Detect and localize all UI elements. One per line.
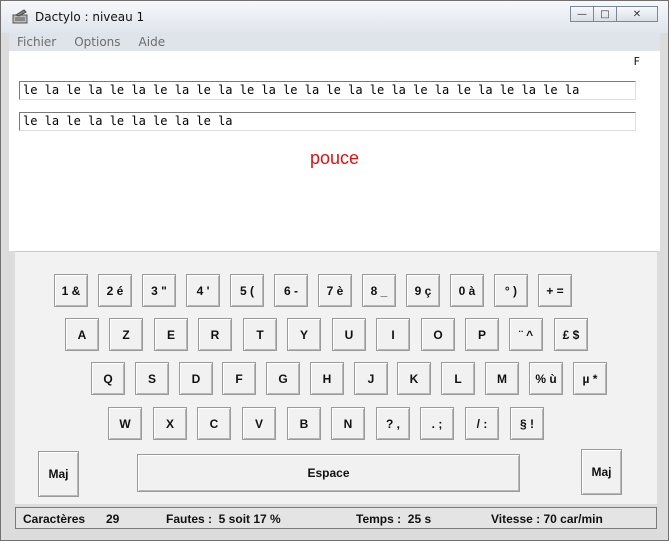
key-5[interactable]: 5 ( bbox=[230, 274, 264, 307]
status-bar: Caractères 29 Fautes : 5 soit 17 % Temps… bbox=[15, 507, 657, 529]
close-button[interactable]: ✕ bbox=[616, 6, 658, 22]
window-controls: — □ ✕ bbox=[570, 6, 658, 24]
key-question[interactable]: ? , bbox=[376, 407, 410, 440]
key-0[interactable]: 0 à bbox=[450, 274, 484, 307]
key-o[interactable]: O bbox=[421, 318, 455, 351]
key-caret[interactable]: ¨ ^ bbox=[509, 318, 543, 351]
key-d[interactable]: D bbox=[179, 362, 213, 395]
key-m[interactable]: M bbox=[485, 362, 519, 395]
maximize-icon: □ bbox=[600, 8, 610, 20]
key-t[interactable]: T bbox=[243, 318, 277, 351]
chars-label: Caractères bbox=[23, 512, 86, 526]
key-k[interactable]: K bbox=[397, 362, 431, 395]
key-slash[interactable]: / : bbox=[465, 407, 499, 440]
key-3[interactable]: 3 " bbox=[142, 274, 176, 307]
key-2[interactable]: 2 é bbox=[98, 274, 132, 307]
menu-bar: Fichier Options Aide bbox=[9, 33, 660, 51]
chars-value: 29 bbox=[106, 512, 120, 526]
key-b[interactable]: B bbox=[287, 407, 321, 440]
menu-aide[interactable]: Aide bbox=[139, 35, 166, 49]
key-period[interactable]: . ; bbox=[420, 407, 454, 440]
speed-status: Vitesse : 70 car/min bbox=[491, 512, 603, 526]
key-v[interactable]: V bbox=[242, 407, 276, 440]
space-key[interactable]: Espace bbox=[137, 454, 520, 492]
key-1[interactable]: 1 & bbox=[54, 274, 88, 307]
virtual-keyboard: 1 & 2 é 3 " 4 ' 5 ( 6 - 7 è 8 _ 9 ç 0 à … bbox=[15, 251, 657, 504]
key-x[interactable]: X bbox=[153, 407, 187, 440]
key-y[interactable]: Y bbox=[287, 318, 321, 351]
key-a[interactable]: A bbox=[65, 318, 99, 351]
key-mu[interactable]: µ * bbox=[573, 362, 607, 395]
key-section[interactable]: § ! bbox=[510, 407, 544, 440]
right-shift-key[interactable]: Maj bbox=[581, 449, 622, 495]
key-g[interactable]: G bbox=[266, 362, 300, 395]
key-4[interactable]: 4 ' bbox=[186, 274, 220, 307]
key-c[interactable]: C bbox=[197, 407, 231, 440]
minimize-button[interactable]: — bbox=[570, 6, 594, 22]
finger-hint: pouce bbox=[309, 148, 360, 168]
errors-status: Fautes : 5 soit 17 % bbox=[166, 512, 281, 526]
menu-fichier[interactable]: Fichier bbox=[17, 35, 56, 49]
key-plus[interactable]: + = bbox=[538, 274, 572, 307]
key-l[interactable]: L bbox=[441, 362, 475, 395]
key-z[interactable]: Z bbox=[109, 318, 143, 351]
text-area: F le la le la le la le la le la le la le… bbox=[9, 51, 660, 251]
key-7[interactable]: 7 è bbox=[318, 274, 352, 307]
maximize-button[interactable]: □ bbox=[593, 6, 617, 22]
key-w[interactable]: W bbox=[108, 407, 142, 440]
key-8[interactable]: 8 _ bbox=[362, 274, 396, 307]
key-i[interactable]: I bbox=[376, 318, 410, 351]
title-bar: Dactylo : niveau 1 — □ ✕ bbox=[1, 1, 668, 33]
key-9[interactable]: 9 ç bbox=[406, 274, 440, 307]
key-q[interactable]: Q bbox=[91, 362, 125, 395]
key-p[interactable]: P bbox=[465, 318, 499, 351]
key-6[interactable]: 6 - bbox=[274, 274, 308, 307]
indicator-label: F bbox=[633, 55, 640, 68]
key-e[interactable]: E bbox=[154, 318, 188, 351]
minimize-icon: — bbox=[577, 8, 587, 20]
key-f[interactable]: F bbox=[222, 362, 256, 395]
key-r[interactable]: R bbox=[198, 318, 232, 351]
time-status: Temps : 25 s bbox=[356, 512, 432, 526]
close-icon: ✕ bbox=[632, 8, 642, 20]
key-h[interactable]: H bbox=[310, 362, 344, 395]
key-s[interactable]: S bbox=[135, 362, 169, 395]
model-text-field: le la le la le la le la le la le la le l… bbox=[19, 81, 636, 100]
menu-options[interactable]: Options bbox=[74, 35, 120, 49]
app-icon bbox=[11, 9, 29, 25]
key-percent[interactable]: % ù bbox=[529, 362, 563, 395]
left-shift-key[interactable]: Maj bbox=[38, 451, 79, 497]
key-u[interactable]: U bbox=[332, 318, 366, 351]
key-j[interactable]: J bbox=[354, 362, 388, 395]
typed-text-field[interactable]: le la le la le la le la le la bbox=[19, 112, 636, 131]
key-n[interactable]: N bbox=[331, 407, 365, 440]
app-window: Dactylo : niveau 1 — □ ✕ Fichier Options… bbox=[0, 0, 669, 541]
key-degree[interactable]: ° ) bbox=[494, 274, 528, 307]
key-dollar[interactable]: £ $ bbox=[554, 318, 588, 351]
window-title: Dactylo : niveau 1 bbox=[35, 10, 145, 24]
